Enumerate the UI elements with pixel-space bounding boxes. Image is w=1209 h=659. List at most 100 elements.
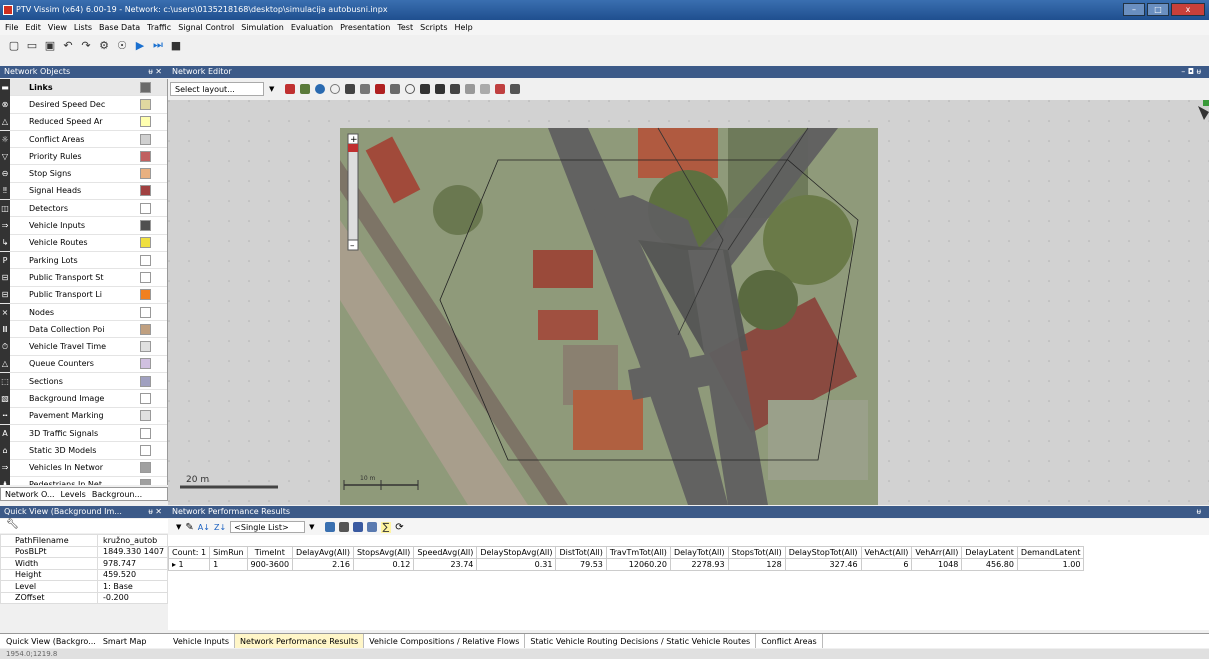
stop-icon[interactable]: ■: [170, 39, 182, 52]
color-swatch[interactable]: [140, 358, 151, 370]
hand-icon[interactable]: [450, 84, 461, 94]
table-cell[interactable]: 2278.93: [669, 558, 729, 571]
network-object-priority-rules[interactable]: ▽ Priority Rules: [0, 147, 167, 166]
tab-quick-view[interactable]: Quick View (Backgro...: [6, 634, 96, 648]
color-swatch[interactable]: [140, 341, 151, 353]
attribute-value[interactable]: 978.747: [97, 557, 168, 570]
column-header[interactable]: DelayStopAvg(All): [476, 546, 557, 559]
3d-icon[interactable]: [510, 84, 521, 94]
network-object-conflict-areas[interactable]: ☼ Conflict Areas: [0, 130, 167, 149]
tab-backgrounds[interactable]: Backgroun...: [92, 488, 142, 500]
edit-icon[interactable]: [285, 84, 296, 94]
network-object-detectors[interactable]: ◫ Detectors: [0, 199, 167, 218]
network-object-sections[interactable]: ⬚ Sections: [0, 372, 167, 391]
table-cell[interactable]: 456.80: [961, 558, 1018, 571]
menu-item-base-data[interactable]: Base Data: [99, 20, 140, 35]
tab-static-vehicle-routing-decisions-static-vehicle-routes[interactable]: Static Vehicle Routing Decisions / Stati…: [525, 634, 757, 648]
network-object-queue-counters[interactable]: △ Queue Counters: [0, 355, 167, 374]
maximize-button[interactable]: □: [1147, 3, 1169, 16]
panel-pin-icon[interactable]: ᵾ ✕: [148, 506, 162, 518]
quick-view-row[interactable]: PathFilename kružno_autob: [0, 534, 168, 547]
color-swatch[interactable]: [140, 479, 151, 485]
quick-view-row[interactable]: Width 978.747: [0, 557, 168, 570]
zoom-window-icon[interactable]: [390, 84, 401, 94]
quick-view-row[interactable]: PosBLPt 1849.330 1407: [0, 545, 168, 558]
color-swatch[interactable]: [140, 133, 151, 145]
attribute-value[interactable]: kružno_autob: [97, 534, 168, 547]
menu-item-signal-control[interactable]: Signal Control: [178, 20, 234, 35]
column-header[interactable]: TimeInt: [246, 546, 294, 559]
save-icon[interactable]: ▣: [44, 39, 56, 52]
color-swatch[interactable]: [140, 444, 151, 456]
network-object-pavement-marking[interactable]: ┅ Pavement Marking: [0, 407, 167, 425]
color-swatch[interactable]: [140, 98, 151, 110]
network-object-desired-speed-dec[interactable]: ⊗ Desired Speed Dec: [0, 95, 167, 114]
chevron-down-icon[interactable]: ▼: [176, 523, 181, 531]
column-header[interactable]: DemandLatent: [1016, 546, 1085, 559]
menu-item-evaluation[interactable]: Evaluation: [291, 20, 333, 35]
column-header[interactable]: VehAct(All): [860, 546, 913, 559]
network-object-reduced-speed-ar[interactable]: △ Reduced Speed Ar: [0, 113, 167, 131]
column-header[interactable]: DistTot(All): [555, 546, 607, 559]
table-cell[interactable]: 23.74: [413, 558, 478, 571]
wrench-icon[interactable]: 🔧︎: [6, 519, 19, 530]
color-swatch[interactable]: [140, 427, 151, 439]
menu-item-edit[interactable]: Edit: [25, 20, 41, 35]
column-header[interactable]: DelayAvg(All): [292, 546, 354, 559]
screenshot-icon[interactable]: [495, 84, 506, 94]
color-swatch[interactable]: [140, 392, 151, 404]
undo-icon[interactable]: ↶: [62, 39, 74, 52]
table-cell[interactable]: 128: [727, 558, 786, 571]
column-header[interactable]: StopsAvg(All): [352, 546, 415, 559]
sum-icon[interactable]: ∑: [380, 521, 392, 533]
minimize-button[interactable]: –: [1123, 3, 1145, 16]
color-swatch[interactable]: [140, 168, 151, 180]
zoom-out-icon[interactable]: [405, 84, 416, 94]
network-object-public-transport-li[interactable]: ⊟ Public Transport Li: [0, 286, 167, 304]
redo-icon[interactable]: ↷: [80, 39, 92, 52]
table-cell[interactable]: 1048: [911, 558, 963, 571]
copy-icon[interactable]: [324, 522, 335, 532]
forward-icon[interactable]: [435, 84, 446, 94]
layout-select[interactable]: Select layout...: [170, 82, 264, 96]
column-header[interactable]: DelayStopTot(All): [784, 546, 862, 559]
zoom-all-icon[interactable]: [375, 84, 386, 94]
table-cell[interactable]: 0.31: [476, 558, 557, 571]
chevron-down-icon[interactable]: ▼: [309, 523, 314, 531]
network-object-stop-signs[interactable]: ⊖ Stop Signs: [0, 165, 167, 183]
column-header[interactable]: StopsTot(All): [727, 546, 786, 559]
column-header[interactable]: Count: 1: [167, 546, 211, 559]
network-object-pedestrians-in-net[interactable]: ♟ Pedestrians In Net: [0, 476, 167, 485]
column-header[interactable]: TravTmTot(All): [605, 546, 671, 559]
color-swatch[interactable]: [140, 237, 151, 249]
network-object-vehicle-travel-time[interactable]: ⏱ Vehicle Travel Time: [0, 338, 167, 356]
tab-network-performance-results[interactable]: Network Performance Results: [235, 634, 365, 648]
pan-icon[interactable]: [345, 84, 356, 94]
color-swatch[interactable]: [140, 185, 151, 197]
network-object-links[interactable]: ▬ Links: [0, 79, 167, 97]
settings-icon[interactable]: ⚙: [98, 39, 110, 52]
color-swatch[interactable]: [140, 150, 151, 162]
tab-conflict-areas[interactable]: Conflict Areas: [756, 634, 823, 648]
tab-network-objects[interactable]: Network O...: [5, 488, 55, 500]
quick-view-row[interactable]: Height 459.520: [0, 568, 168, 581]
network-object-static-3d-models[interactable]: ⌂ Static 3D Models: [0, 441, 167, 460]
color-swatch[interactable]: [140, 410, 151, 422]
quick-view-row[interactable]: Level 1: Base: [0, 580, 168, 593]
new-icon[interactable]: ▢: [8, 39, 20, 52]
column-header[interactable]: SimRun: [209, 546, 248, 559]
attribute-value[interactable]: -0.200: [97, 591, 168, 604]
menu-item-view[interactable]: View: [48, 20, 67, 35]
step-icon[interactable]: ⏭: [152, 38, 164, 52]
tab-levels[interactable]: Levels: [61, 488, 86, 500]
database-icon[interactable]: [338, 522, 349, 532]
table-cell[interactable]: 1: [209, 558, 248, 571]
back-icon[interactable]: [420, 84, 431, 94]
table-cell[interactable]: ▸ 1: [167, 558, 211, 571]
network-object-signal-heads[interactable]: ‼ Signal Heads: [0, 182, 167, 201]
network-object-vehicle-inputs[interactable]: ⇒ Vehicle Inputs: [0, 217, 167, 235]
menu-item-presentation[interactable]: Presentation: [340, 20, 390, 35]
color-swatch[interactable]: [140, 462, 151, 474]
color-swatch[interactable]: [140, 271, 151, 283]
menu-item-test[interactable]: Test: [397, 20, 413, 35]
